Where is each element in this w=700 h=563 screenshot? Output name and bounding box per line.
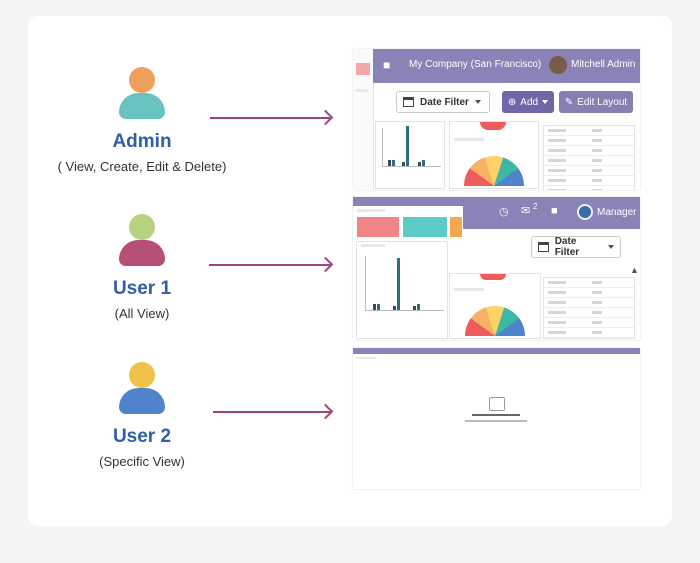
date-filter-button[interactable]: Date Filter	[396, 91, 490, 113]
kpi-card	[403, 217, 447, 237]
role-admin: Admin ( View, Create, Edit & Delete)	[42, 67, 242, 174]
user2-dashboard-screenshot	[353, 348, 640, 489]
calendar-icon	[538, 242, 549, 252]
arrow-user2	[213, 411, 330, 413]
admin-avatar-icon	[116, 67, 168, 123]
pencil-icon: ✎	[564, 96, 574, 108]
chevron-down-icon	[608, 245, 614, 249]
avatar[interactable]	[577, 204, 593, 220]
user1-dashboard-screenshot: ◷ ✉ 2 ■ Manager Date Filter ▲	[353, 197, 640, 340]
user1-avatar-icon	[116, 214, 168, 270]
plus-icon: ⊕	[507, 96, 517, 108]
scroll-up-icon[interactable]: ▲	[630, 265, 639, 275]
avatar[interactable]	[549, 56, 567, 74]
company-name[interactable]: My Company (San Francisco)	[409, 59, 541, 70]
date-filter-button[interactable]: Date Filter	[531, 236, 621, 258]
admin-dashboard-screenshot: ■ My Company (San Francisco) Mitchell Ad…	[353, 49, 640, 190]
bar-chart-panel	[375, 121, 445, 189]
role-description: (All View)	[114, 306, 170, 321]
clock-icon[interactable]: ◷	[499, 205, 509, 218]
top-bar: ◷ ✉ 2 ■ Manager	[463, 197, 640, 229]
user-name[interactable]: Mitchell Admin	[571, 59, 635, 70]
calendar-icon	[403, 97, 414, 107]
role-name: Admin	[112, 131, 172, 152]
role-description: ( View, Create, Edit & Delete)	[57, 159, 227, 174]
user-name[interactable]: Manager	[597, 207, 636, 218]
top-bar	[353, 348, 640, 354]
role-name: User 2	[112, 426, 172, 447]
gift-icon[interactable]: ■	[383, 58, 390, 72]
kpi-card	[450, 217, 462, 237]
kpi-card	[357, 217, 399, 237]
edit-layout-button[interactable]: ✎ Edit Layout	[559, 91, 633, 113]
sidebar	[353, 49, 374, 190]
empty-dashboard-icon	[489, 397, 505, 411]
arrow-admin	[210, 117, 330, 119]
gift-icon[interactable]: ■	[551, 205, 558, 217]
notification-count: 2	[533, 202, 538, 211]
role-description: (Specific View)	[99, 454, 185, 469]
donut-chart-panel	[449, 121, 539, 189]
data-table	[543, 125, 635, 190]
role-name: User 1	[112, 278, 172, 299]
role-user1: User 1 (All View)	[42, 214, 242, 321]
arrow-user1	[209, 264, 330, 266]
data-table	[543, 277, 635, 339]
chevron-down-icon	[474, 100, 481, 104]
top-bar: ■ My Company (San Francisco) Mitchell Ad…	[373, 49, 640, 83]
role-user2: User 2 (Specific View)	[42, 362, 242, 469]
user2-avatar-icon	[116, 362, 168, 418]
chat-icon[interactable]: ✉	[521, 204, 530, 217]
bar-chart-panel	[356, 241, 448, 339]
add-button[interactable]: ⊕ Add	[502, 91, 554, 113]
donut-chart-panel	[449, 273, 541, 339]
